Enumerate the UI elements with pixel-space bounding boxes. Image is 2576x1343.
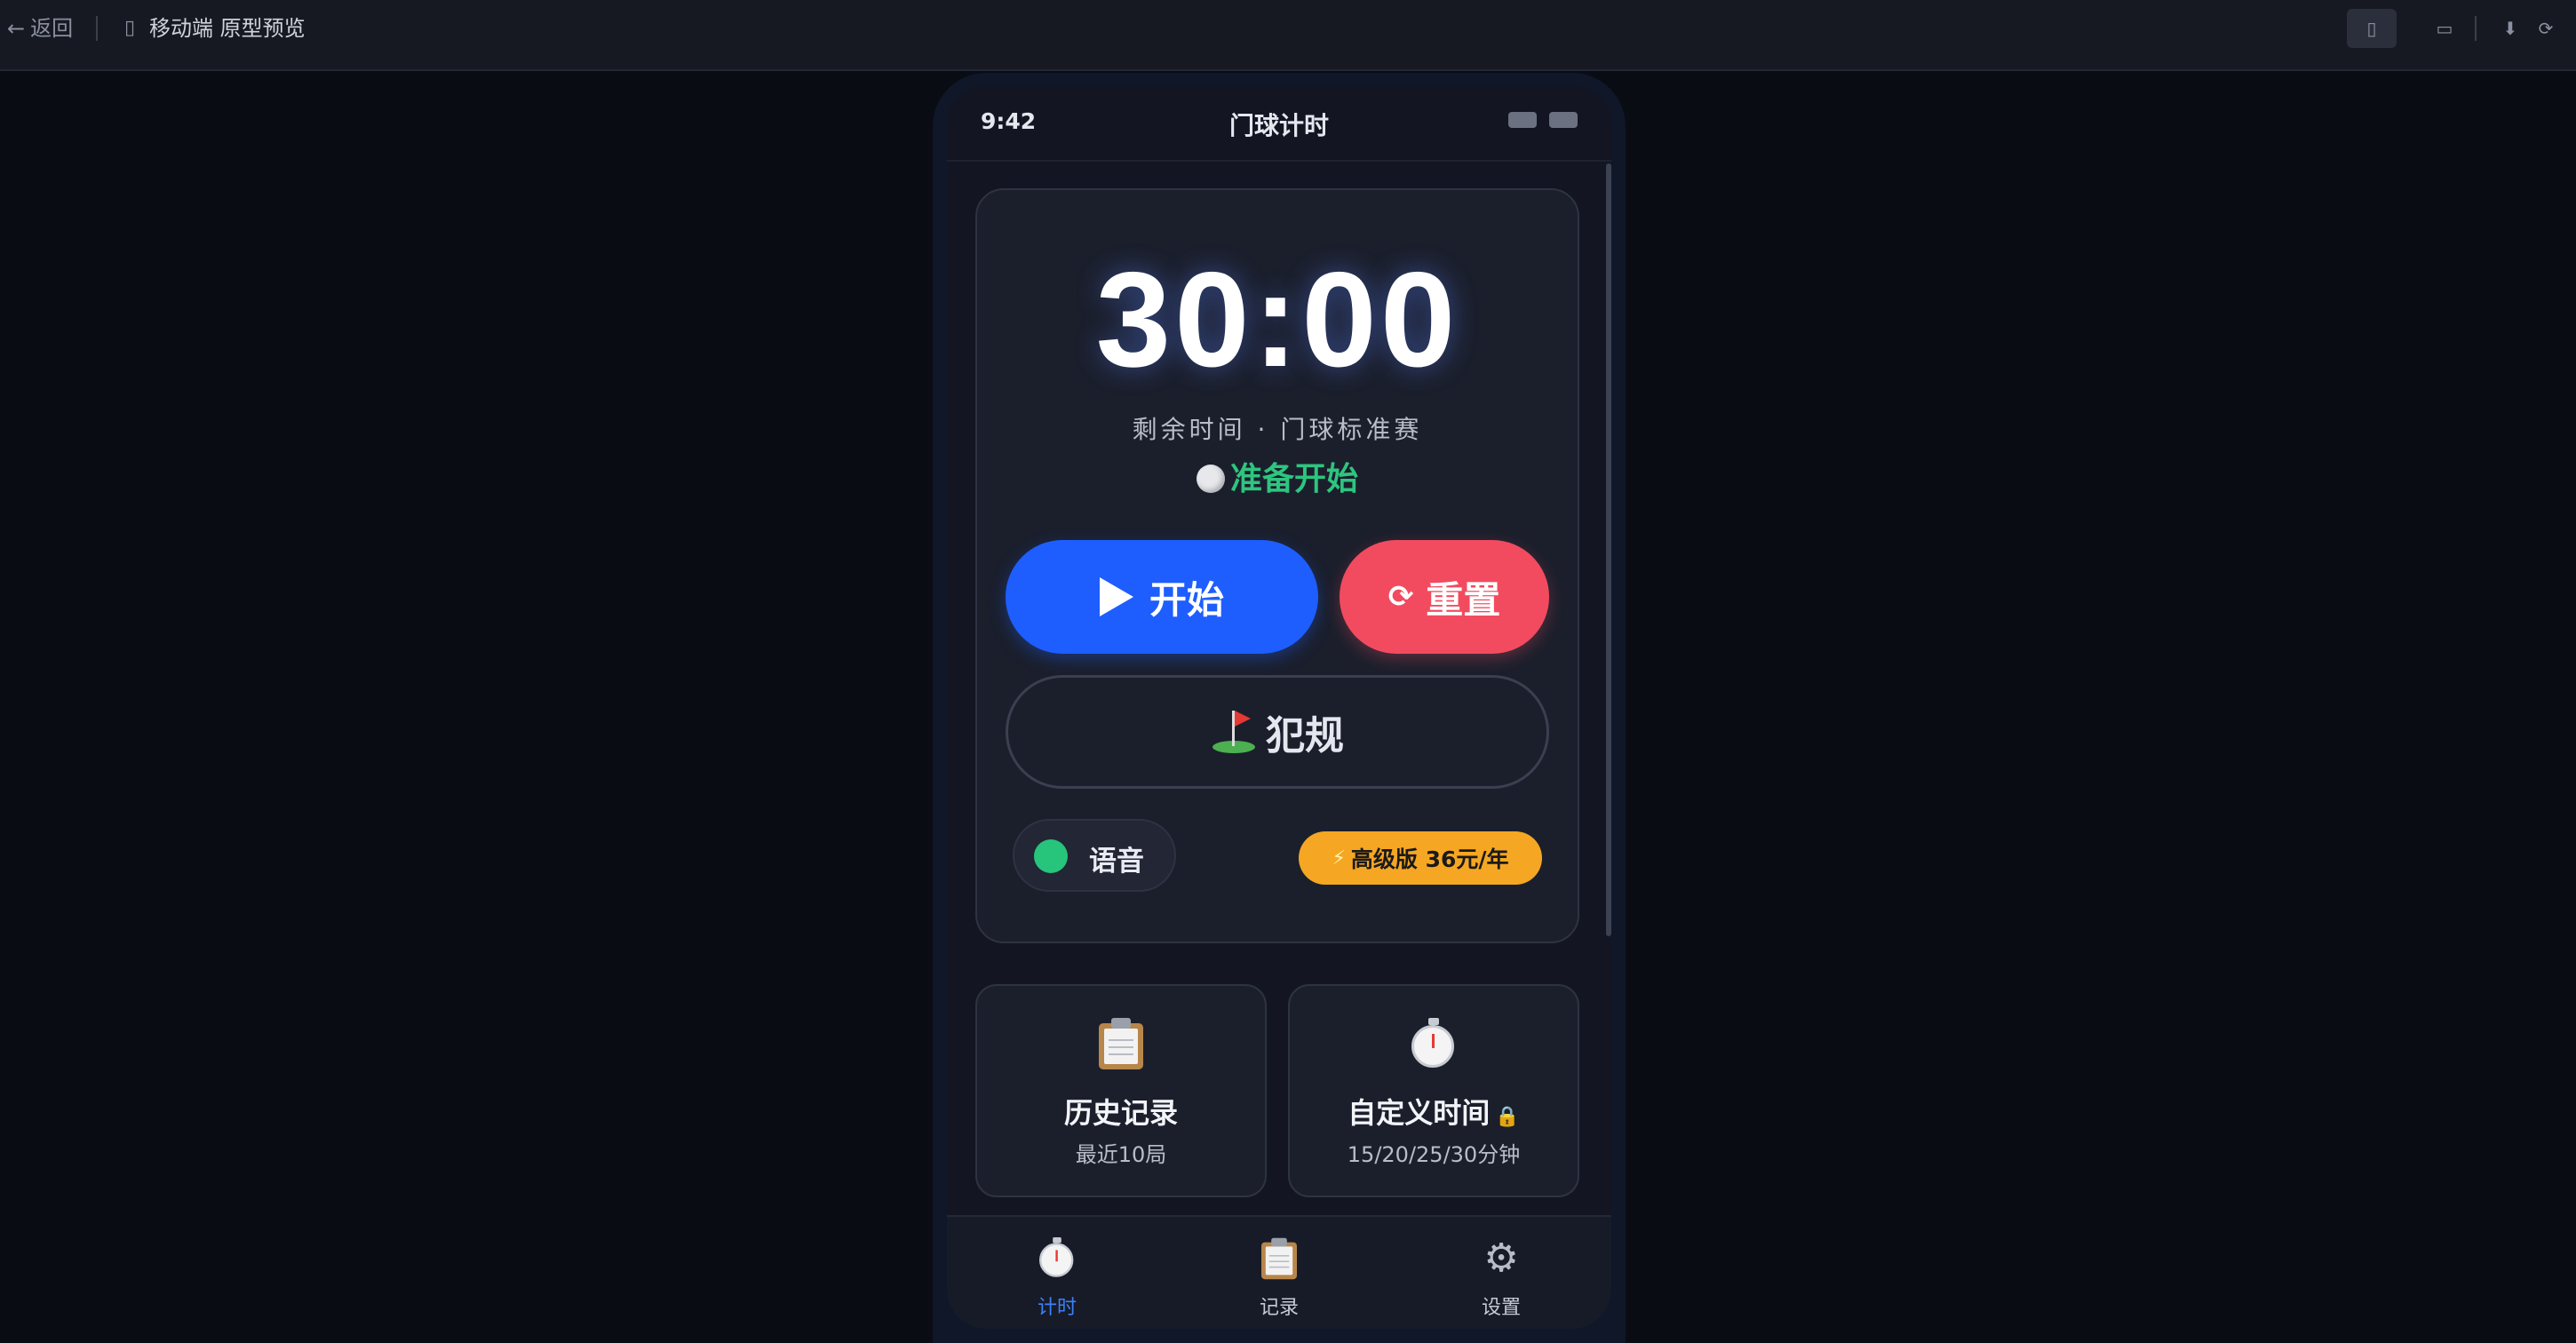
voice-toggle[interactable]: 语音: [1013, 819, 1176, 892]
arrow-left-icon: ←: [7, 16, 26, 41]
back-label: 返回: [30, 16, 74, 41]
mobile-view-icon: ▯: [2366, 18, 2377, 39]
start-button[interactable]: 开始: [1006, 540, 1318, 654]
tab-label: 计时: [1037, 1297, 1077, 1319]
download-button[interactable]: ⬇: [2494, 9, 2526, 48]
status-dot-icon: [1196, 465, 1225, 493]
history-card[interactable]: 历史记录 最近10局: [975, 984, 1267, 1197]
custom-time-card[interactable]: 自定义时间 🔒 15/20/25/30分钟: [1288, 984, 1579, 1197]
gear-icon: ⚙: [1483, 1236, 1519, 1281]
battery-icon: [1549, 112, 1578, 128]
breadcrumb: 移动端 原型预览: [149, 16, 306, 41]
stopwatch-icon: [1410, 1018, 1458, 1071]
golf-flag-icon: [1211, 709, 1257, 755]
tab-label: 设置: [1481, 1297, 1521, 1319]
premium-label: 高级版 36元/年: [1350, 846, 1509, 872]
foul-label: 犯规: [1266, 713, 1344, 759]
back-button[interactable]: ← 返回: [7, 14, 73, 43]
timer-card: 30:00 剩余时间 · 门球标准赛 准备开始 开始 ⟳ 重置 犯规 语音 ⚡ …: [975, 188, 1579, 943]
lock-icon: 🔒: [1495, 1106, 1520, 1128]
custom-time-title: 自定义时间 🔒: [1290, 1091, 1578, 1132]
timer-subtitle: 剩余时间 · 门球标准赛: [1132, 415, 1423, 444]
foul-button[interactable]: 犯规: [1006, 675, 1549, 789]
reset-label: 重置: [1426, 577, 1501, 622]
reset-button[interactable]: ⟳ 重置: [1340, 540, 1549, 654]
phone-screen: 9:42 门球计时 30:00 剩余时间 · 门球标准赛 准备开始 开始 ⟳ 重…: [947, 85, 1611, 1329]
refresh-button[interactable]: ⟳: [2526, 9, 2565, 48]
preview-toolbar: ← 返回 ▯ 移动端 原型预览 ▯ ▭ ⬇ ⟳: [0, 0, 2576, 71]
tab-records[interactable]: 记录: [1208, 1235, 1350, 1320]
custom-time-label: 自定义时间: [1348, 1096, 1491, 1130]
toolbar-divider: [2475, 16, 2477, 41]
status-text: 准备开始: [977, 453, 1578, 499]
custom-time-subtitle: 15/20/25/30分钟: [1347, 1142, 1521, 1167]
history-subtitle: 最近10局: [1075, 1142, 1167, 1167]
mobile-view-button[interactable]: ▯: [2347, 9, 2397, 48]
download-icon: ⬇: [2502, 18, 2518, 39]
scrollbar[interactable]: [1606, 163, 1611, 936]
reset-icon: ⟳: [1387, 579, 1414, 615]
lightning-icon: ⚡: [1332, 846, 1346, 870]
timer-display: 30:00: [1095, 244, 1459, 395]
voice-indicator-icon: [1034, 839, 1068, 873]
stopwatch-icon: [1038, 1237, 1076, 1280]
premium-badge[interactable]: ⚡ 高级版 36元/年: [1299, 831, 1542, 885]
clipboard-icon: [1099, 1018, 1143, 1069]
clipboard-icon: [1261, 1237, 1297, 1280]
refresh-icon: ⟳: [2538, 18, 2554, 39]
desktop-view-icon: ▭: [2436, 18, 2453, 39]
desktop-view-button[interactable]: ▭: [2420, 9, 2469, 48]
tab-settings[interactable]: ⚙ 设置: [1430, 1235, 1572, 1320]
voice-label: 语音: [1089, 846, 1144, 878]
status-bar: 9:42 门球计时: [947, 85, 1611, 162]
status-label: 准备开始: [1229, 461, 1358, 497]
mobile-icon: ▯: [124, 17, 136, 39]
tab-label: 记录: [1259, 1297, 1299, 1319]
play-icon: [1099, 577, 1133, 616]
tab-timer[interactable]: 计时: [986, 1235, 1128, 1320]
history-title: 历史记录: [1063, 1096, 1178, 1130]
start-label: 开始: [1149, 577, 1224, 622]
toolbar-divider: [96, 16, 98, 41]
signal-icon: [1508, 112, 1537, 128]
bottom-tab-bar: 计时 记录 ⚙ 设置: [947, 1215, 1611, 1329]
